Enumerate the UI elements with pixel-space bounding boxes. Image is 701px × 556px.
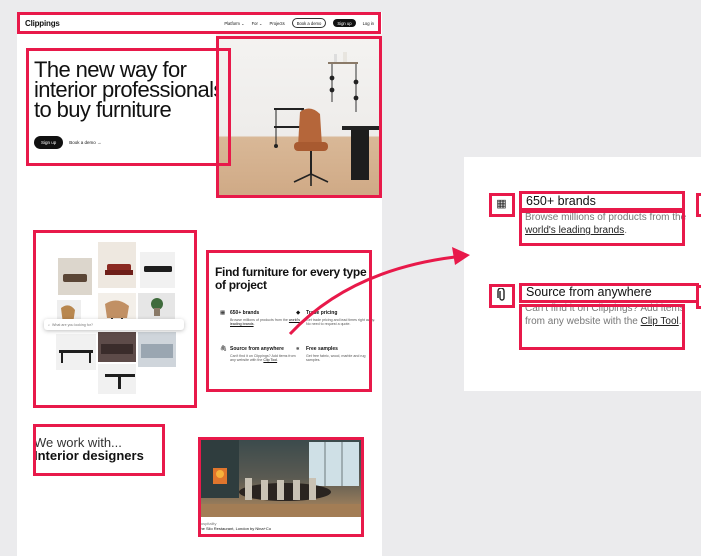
feature-brands: ▦ 650+ brands Browse millions of product… [220, 310, 302, 327]
feature-source-tail: . [277, 358, 279, 363]
zoom-brands-link[interactable]: world's leading brands [525, 225, 624, 236]
feature-source-title: Source from anywhere [230, 346, 284, 352]
zoom-source-tail: . [678, 316, 682, 327]
feature-trade-title: Trade pricing [306, 310, 338, 316]
zoom-source-title: Source from anywhere [526, 285, 652, 299]
zoom-brands-desc: Browse millions of products from the [525, 212, 687, 223]
tag-icon: ◆ [296, 310, 301, 316]
search-icon: ⌕ [48, 322, 51, 327]
feature-source: 🖇 Source from anywhere Can't find it on … [220, 346, 302, 363]
feature-samples: ⨳ Free samples Get free fabric, wood, ma… [296, 346, 378, 363]
we-work-with-audience: Interior designers [34, 448, 144, 463]
feature-samples-title: Free samples [306, 346, 338, 352]
feature-trade-text: Get trade pricing and lead times right a… [306, 317, 376, 327]
zoom-brands-text: Browse millions of products from the wor… [525, 211, 695, 237]
feature-trade-pricing: ◆ Trade pricing Get trade pricing and le… [296, 310, 378, 327]
feature-source-link[interactable]: Clip Tool [263, 358, 277, 362]
zoom-source-link[interactable]: Clip Tool [641, 316, 679, 327]
we-work-with: We work with... Interior designers [34, 436, 144, 462]
feature-brands-title: 650+ brands [230, 310, 260, 316]
restaurant-caption: Hospitality The Silo Restaurant, London … [198, 521, 271, 531]
feature-brands-tail: . [253, 322, 255, 327]
website-page: Clippings Platform ⌄ For ⌄ Projects Book… [17, 12, 382, 556]
paperclip-icon [490, 283, 513, 306]
find-furniture-title: Find furniture for every type of project [215, 265, 367, 292]
swatch-icon: ⨳ [296, 346, 300, 352]
feature-samples-text: Get free fabric, wood, marble and rug sa… [306, 353, 366, 363]
product-search-input[interactable]: ⌕ What are you looking for? [44, 319, 184, 330]
grid-icon: ▦ [220, 310, 226, 316]
zoom-source-text: Can't find it on Clippings? Add items fr… [525, 302, 695, 328]
zoom-callout: ▦ 650+ brands Browse millions of product… [464, 157, 701, 391]
restaurant-photo[interactable] [199, 438, 362, 517]
caption-title[interactable]: The Silo Restaurant, London by Nina+Co [198, 526, 271, 531]
search-placeholder: What are you looking for? [52, 322, 93, 327]
paperclip-icon: 🖇 [220, 346, 227, 352]
feature-brands-text: Browse millions of products from the [230, 317, 289, 322]
grid-icon: ▦ [496, 198, 507, 210]
zoom-brands-tail: . [624, 225, 627, 236]
zoom-brands-title: 650+ brands [526, 194, 596, 208]
